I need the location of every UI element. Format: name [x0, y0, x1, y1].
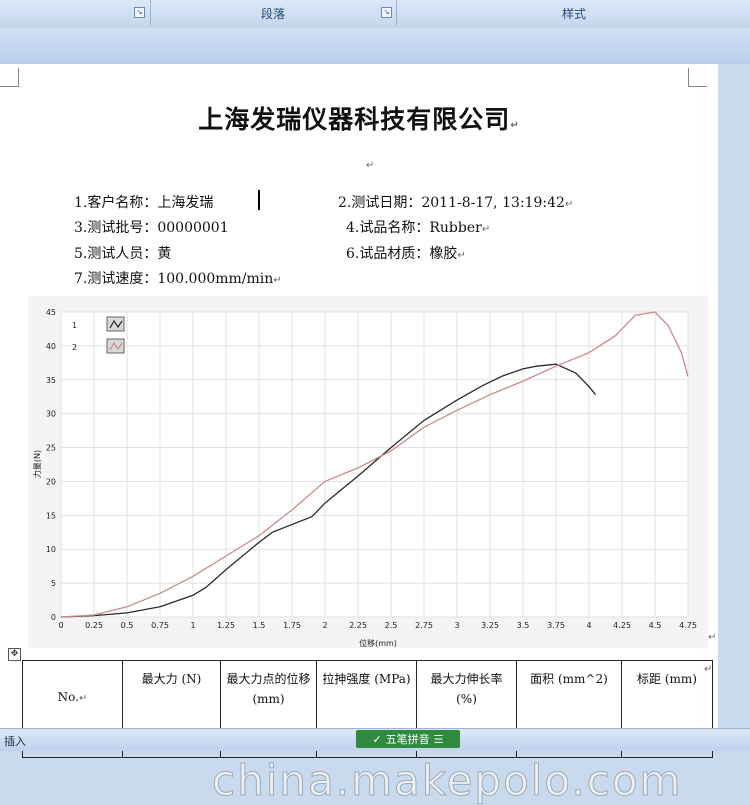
table-move-handle-icon[interactable]: ✥	[8, 648, 21, 661]
status-bar: 插入 ✓ 五笔拼音 ☰	[0, 728, 750, 751]
x-tick-label: 0.25	[85, 621, 103, 630]
ribbon-group-font	[0, 0, 151, 26]
y-tick-label: 35	[46, 376, 56, 385]
ribbon-group-label: 段落	[260, 6, 285, 21]
ruler-area	[0, 28, 750, 64]
x-tick-label: 2.25	[349, 621, 367, 630]
force-displacement-chart[interactable]: 0 0.25 0.5 0.75 1 1.25 1.5 1.75 2 2.25 2.5 2.75 3 3.2…	[28, 296, 708, 648]
x-tick-label: 3.75	[547, 621, 565, 630]
legend-label: 2	[72, 343, 77, 352]
ime-options-icon[interactable]: ☰	[434, 733, 444, 746]
paragraph-mark: ↵	[704, 664, 713, 675]
paragraph-dialog-launcher-icon[interactable]: ↘	[381, 7, 392, 18]
chart-svg: 0 0.25 0.5 0.75 1 1.25 1.5 1.75 2 2.25 2.5 2.75 3 3.2…	[32, 308, 697, 648]
info-sample-name: 4.试品名称：Rubber↵	[346, 220, 491, 236]
x-axis-label: 位移(mm)	[359, 638, 397, 648]
x-tick-label: 0.5	[121, 621, 134, 630]
x-tick-label: 3.25	[481, 621, 499, 630]
y-tick-label: 45	[46, 308, 56, 317]
info-test-date: 2.测试日期：2011-8-17, 13:19:42↵	[338, 195, 574, 211]
y-tick-label: 5	[51, 579, 56, 588]
x-tick-label: 4.5	[649, 621, 662, 630]
info-operator: 5.测试人员：黄	[74, 246, 172, 262]
ribbon-group-paragraph: 段落	[150, 0, 397, 26]
font-dialog-launcher-icon[interactable]: ↘	[134, 7, 145, 18]
y-tick-label: 20	[46, 477, 56, 486]
text-cursor	[258, 190, 260, 210]
margin-corner-mark	[688, 68, 707, 87]
plot-area	[60, 311, 689, 618]
x-tick-label: 2.75	[415, 621, 433, 630]
y-tick-label: 30	[46, 410, 56, 419]
info-test-speed: 7.测试速度：100.000mm/min↵	[74, 271, 282, 287]
legend-label: 1	[72, 321, 77, 330]
y-tick-label: 40	[46, 342, 56, 351]
document-page[interactable]: 上海发瑞仪器科技有限公司↵ ↵ 1.客户名称：上海发瑞 2.测试日期：2011-…	[0, 64, 718, 805]
ribbon-group-label: 样式	[561, 6, 586, 21]
x-tick-label: 3	[454, 621, 459, 630]
x-tick-label: 4.25	[613, 621, 631, 630]
info-customer-name: 1.客户名称：上海发瑞	[74, 195, 214, 211]
margin-corner-mark	[0, 68, 19, 87]
x-tick-label: 4	[586, 621, 591, 630]
paragraph-mark: ↵	[510, 120, 520, 131]
x-tick-label: 1	[190, 621, 195, 630]
x-tick-label: 1.5	[253, 621, 266, 630]
ime-indicator[interactable]: ✓ 五笔拼音 ☰	[356, 730, 460, 748]
y-tick-label: 10	[46, 545, 56, 554]
x-tick-label: 1.25	[217, 621, 235, 630]
x-tick-label: 3.5	[517, 621, 530, 630]
x-tick-label: 4.75	[679, 621, 697, 630]
paragraph-mark: ↵	[708, 632, 717, 643]
paragraph-mark: ↵	[366, 160, 375, 171]
x-tick-label: 2	[322, 621, 327, 630]
x-tick-label: 0	[58, 621, 63, 630]
y-tick-label: 0	[51, 613, 56, 622]
ribbon: ↘ 段落 ↘ 样式	[0, 0, 750, 29]
y-tick-label: 15	[46, 511, 56, 520]
watermark: china.makepolo.com	[211, 756, 683, 805]
ime-logo-icon: ✓	[372, 732, 382, 746]
x-tick-label: 1.75	[283, 621, 301, 630]
y-tick-label: 25	[46, 444, 56, 453]
info-sample-material: 6.试品材质：橡胶↵	[346, 246, 466, 262]
document-title: 上海发瑞仪器科技有限公司↵	[198, 105, 520, 134]
x-tick-label: 0.75	[151, 621, 169, 630]
y-axis-label: 力量(N)	[32, 450, 42, 478]
insert-mode-indicator[interactable]: 插入	[4, 733, 26, 749]
ribbon-group-styles: 样式	[398, 0, 750, 26]
info-batch-number: 3.测试批号：00000001	[74, 220, 229, 236]
x-tick-label: 2.5	[385, 621, 398, 630]
